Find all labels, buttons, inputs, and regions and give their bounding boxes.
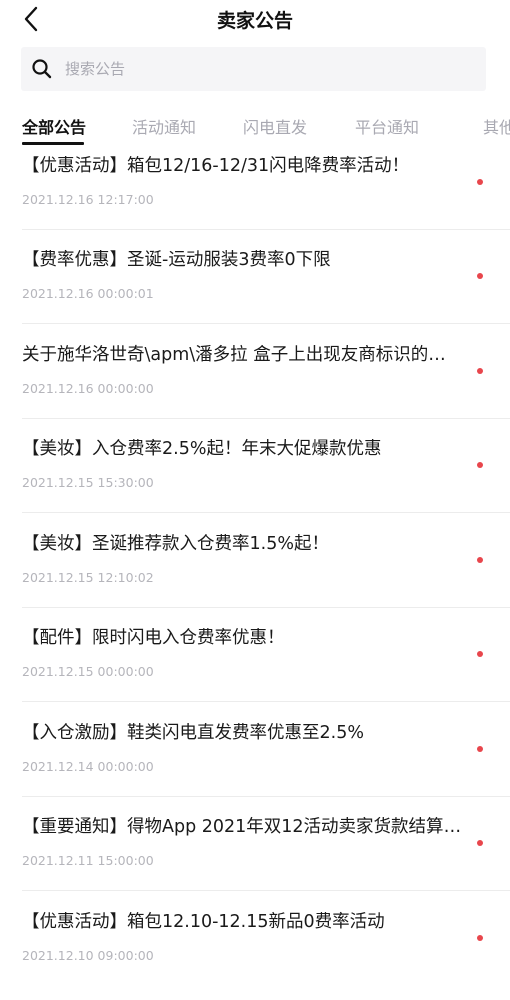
- notice-title: 【美妆】入仓费率2.5%起！年末大促爆款优惠: [22, 439, 382, 459]
- tab-all-notices[interactable]: 全部公告: [22, 114, 86, 138]
- notice-time: 2021.12.15 00:00:00: [22, 664, 154, 679]
- notice-title: 【优惠活动】箱包12.10-12.15新品0费率活动: [22, 912, 385, 932]
- unread-dot: [477, 462, 483, 468]
- list-item[interactable]: 关于施华洛世奇\apm\潘多拉 盒子上出现友商标识的说明 2021.12.16 …: [0, 341, 510, 435]
- divider: [22, 796, 510, 797]
- unread-dot: [477, 840, 483, 846]
- notice-list: 【优惠活动】箱包12/16-12/31闪电降费率活动！ 2021.12.16 1…: [0, 146, 510, 1000]
- list-item[interactable]: 【美妆】圣诞推荐款入仓费率1.5%起！ 2021.12.15 12:10:02: [0, 530, 510, 624]
- list-item[interactable]: 【美妆】入仓费率2.5%起！年末大促爆款优惠 2021.12.15 15:30:…: [0, 435, 510, 529]
- divider: [22, 229, 510, 230]
- notice-title: 【重要通知】得物App 2021年双12活动卖家货款结算说明: [22, 817, 462, 837]
- list-item[interactable]: 【入仓激励】鞋类闪电直发费率优惠至2.5% 2021.12.14 00:00:0…: [0, 719, 510, 813]
- tab-flash-shipping[interactable]: 闪电直发: [243, 114, 307, 138]
- active-tab-indicator: [22, 142, 84, 145]
- search-input[interactable]: [65, 47, 475, 91]
- tab-activity-notices[interactable]: 活动通知: [132, 114, 196, 138]
- notice-title: 【配件】限时闪电入仓费率优惠！: [22, 628, 285, 648]
- list-item[interactable]: 【优惠活动】箱包12.10-12.15新品0费率活动 2021.12.10 09…: [0, 908, 510, 1000]
- list-item[interactable]: 【重要通知】得物App 2021年双12活动卖家货款结算说明 2021.12.1…: [0, 813, 510, 907]
- divider: [22, 890, 510, 891]
- notice-title: 【入仓激励】鞋类闪电直发费率优惠至2.5%: [22, 723, 364, 743]
- divider: [22, 323, 510, 324]
- notice-title: 【费率优惠】圣诞-运动服装3费率0下限: [22, 250, 331, 270]
- notice-time: 2021.12.11 15:00:00: [22, 853, 154, 868]
- tab-platform-notices[interactable]: 平台通知: [355, 114, 419, 138]
- list-item[interactable]: 【配件】限时闪电入仓费率优惠！ 2021.12.15 00:00:00: [0, 624, 510, 718]
- divider: [22, 607, 510, 608]
- divider: [22, 512, 510, 513]
- tab-bar: 全部公告 活动通知 闪电直发 平台通知 其他: [0, 106, 510, 146]
- notice-time: 2021.12.15 12:10:02: [22, 570, 154, 585]
- unread-dot: [477, 368, 483, 374]
- notice-title: 关于施华洛世奇\apm\潘多拉 盒子上出现友商标识的说明: [22, 345, 462, 365]
- divider: [22, 418, 510, 419]
- search-box[interactable]: [21, 47, 486, 91]
- nav-bar: 卖家公告: [0, 0, 510, 40]
- notice-time: 2021.12.16 00:00:01: [22, 286, 154, 301]
- notice-time: 2021.12.14 00:00:00: [22, 759, 154, 774]
- unread-dot: [477, 273, 483, 279]
- list-item[interactable]: 【费率优惠】圣诞-运动服装3费率0下限 2021.12.16 00:00:01: [0, 246, 510, 340]
- notice-time: 2021.12.15 15:30:00: [22, 475, 154, 490]
- divider: [22, 701, 510, 702]
- unread-dot: [477, 651, 483, 657]
- tab-other[interactable]: 其他: [483, 114, 510, 138]
- unread-dot: [477, 179, 483, 185]
- search-icon: [32, 59, 52, 79]
- notice-title: 【优惠活动】箱包12/16-12/31闪电降费率活动！: [22, 156, 410, 176]
- unread-dot: [477, 746, 483, 752]
- page-title: 卖家公告: [216, 10, 293, 32]
- notice-time: 2021.12.16 00:00:00: [22, 381, 154, 396]
- notice-time: 2021.12.16 12:17:00: [22, 192, 154, 207]
- unread-dot: [477, 935, 483, 941]
- list-item[interactable]: 【优惠活动】箱包12/16-12/31闪电降费率活动！ 2021.12.16 1…: [0, 152, 510, 246]
- unread-dot: [477, 557, 483, 563]
- notice-title: 【美妆】圣诞推荐款入仓费率1.5%起！: [22, 534, 329, 554]
- notice-time: 2021.12.10 09:00:00: [22, 948, 154, 963]
